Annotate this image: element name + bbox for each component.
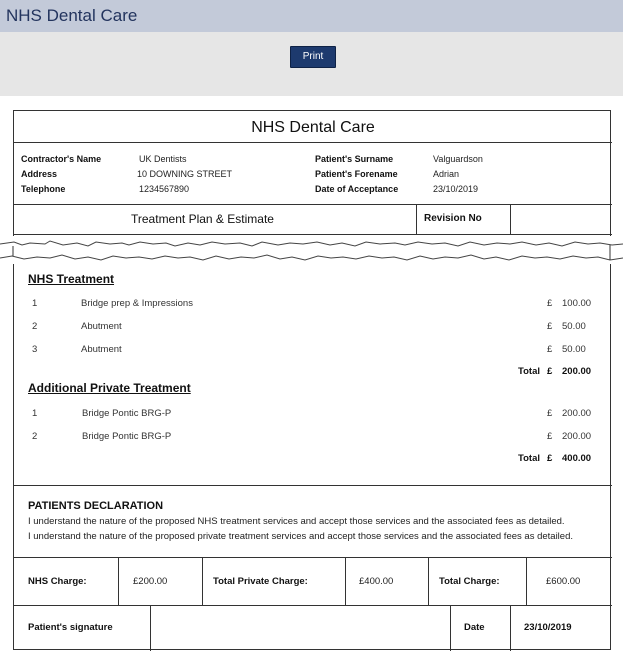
divider — [416, 204, 417, 234]
total-private-charge-label: Total Private Charge: — [213, 576, 308, 587]
address-label: Address — [21, 169, 58, 179]
nhs-charge-value: £200.00 — [133, 576, 168, 587]
revision-label: Revision No — [424, 213, 482, 224]
private-item-number: 2 — [32, 431, 38, 442]
divider — [14, 142, 612, 143]
nhs-item-number: 1 — [32, 298, 38, 309]
treatment-plan-document: NHS Dental Care Contractor's Name UK Den… — [13, 110, 612, 651]
nhs-item-amount: 100.00 — [562, 298, 592, 309]
private-total-amount: 400.00 — [562, 453, 592, 464]
nhs-item-amount: 50.00 — [562, 321, 586, 332]
nhs-item-number: 2 — [32, 321, 38, 332]
patient-forename-value: Adrian — [433, 169, 460, 179]
divider — [450, 605, 451, 651]
divider — [118, 557, 119, 605]
divider — [510, 605, 511, 651]
address-value: 10 DOWNING STREET — [137, 169, 233, 179]
nhs-item-number: 3 — [32, 344, 38, 355]
torn-edge — [0, 236, 623, 264]
private-total-currency: £ — [547, 453, 553, 464]
app-title: NHS Dental Care — [6, 6, 138, 25]
nhs-item-amount: 50.00 — [562, 344, 586, 355]
signature-date-value: 23/10/2019 — [524, 622, 572, 633]
document-title: NHS Dental Care — [251, 119, 375, 136]
divider — [202, 557, 203, 605]
private-item-amount: 200.00 — [562, 408, 592, 419]
private-item-currency: £ — [547, 408, 553, 419]
contractor-name-value: UK Dentists — [139, 154, 187, 164]
nhs-total-label: Total — [518, 366, 540, 377]
nhs-item-name: Abutment — [81, 321, 122, 332]
nhs-item-name: Bridge prep & Impressions — [81, 298, 193, 309]
divider — [14, 234, 612, 235]
total-private-charge-value: £400.00 — [359, 576, 394, 587]
total-charge-label: Total Charge: — [439, 576, 500, 587]
telephone-label: Telephone — [21, 184, 66, 194]
declaration-heading: PATIENTS DECLARATION — [28, 500, 164, 512]
signature-date-label: Date — [464, 622, 485, 633]
nhs-charge-label: NHS Charge: — [28, 576, 87, 587]
nhs-total-currency: £ — [547, 366, 553, 377]
private-item-number: 1 — [32, 408, 38, 419]
divider — [14, 204, 612, 205]
plan-title: Treatment Plan & Estimate — [131, 212, 274, 226]
nhs-treatment-heading: NHS Treatment — [28, 272, 115, 286]
divider — [526, 557, 527, 605]
nhs-item-currency: £ — [547, 321, 553, 332]
divider — [428, 557, 429, 605]
total-charge-value: £600.00 — [546, 576, 581, 587]
patient-forename-label: Patient's Forename — [315, 169, 398, 179]
divider — [14, 485, 612, 486]
toolbar: Print — [0, 32, 623, 96]
divider — [150, 605, 151, 651]
patient-surname-value: Valguardson — [433, 154, 483, 164]
divider — [14, 605, 612, 606]
nhs-total-amount: 200.00 — [562, 366, 592, 377]
nhs-item-name: Abutment — [81, 344, 122, 355]
divider — [14, 557, 612, 558]
divider — [510, 204, 511, 234]
private-item-currency: £ — [547, 431, 553, 442]
declaration-nhs-text: I understand the nature of the proposed … — [28, 516, 565, 527]
app-header: NHS Dental Care — [0, 0, 623, 32]
private-item-name: Bridge Pontic BRG-P — [82, 408, 172, 419]
contractor-name-label: Contractor's Name — [21, 154, 102, 164]
private-total-label: Total — [518, 453, 540, 464]
telephone-value: 1234567890 — [139, 184, 190, 194]
nhs-item-currency: £ — [547, 298, 553, 309]
declaration-private-text: I understand the nature of the proposed … — [28, 531, 573, 542]
divider — [345, 557, 346, 605]
print-button[interactable]: Print — [290, 46, 336, 68]
private-item-amount: 200.00 — [562, 431, 592, 442]
private-treatment-heading: Additional Private Treatment — [28, 381, 191, 395]
private-item-name: Bridge Pontic BRG-P — [82, 431, 172, 442]
patient-signature-label: Patient's signature — [28, 622, 113, 633]
patient-surname-label: Patient's Surname — [315, 154, 394, 164]
date-of-acceptance-label: Date of Acceptance — [315, 184, 399, 194]
nhs-item-currency: £ — [547, 344, 553, 355]
date-of-acceptance-value: 23/10/2019 — [433, 184, 479, 194]
